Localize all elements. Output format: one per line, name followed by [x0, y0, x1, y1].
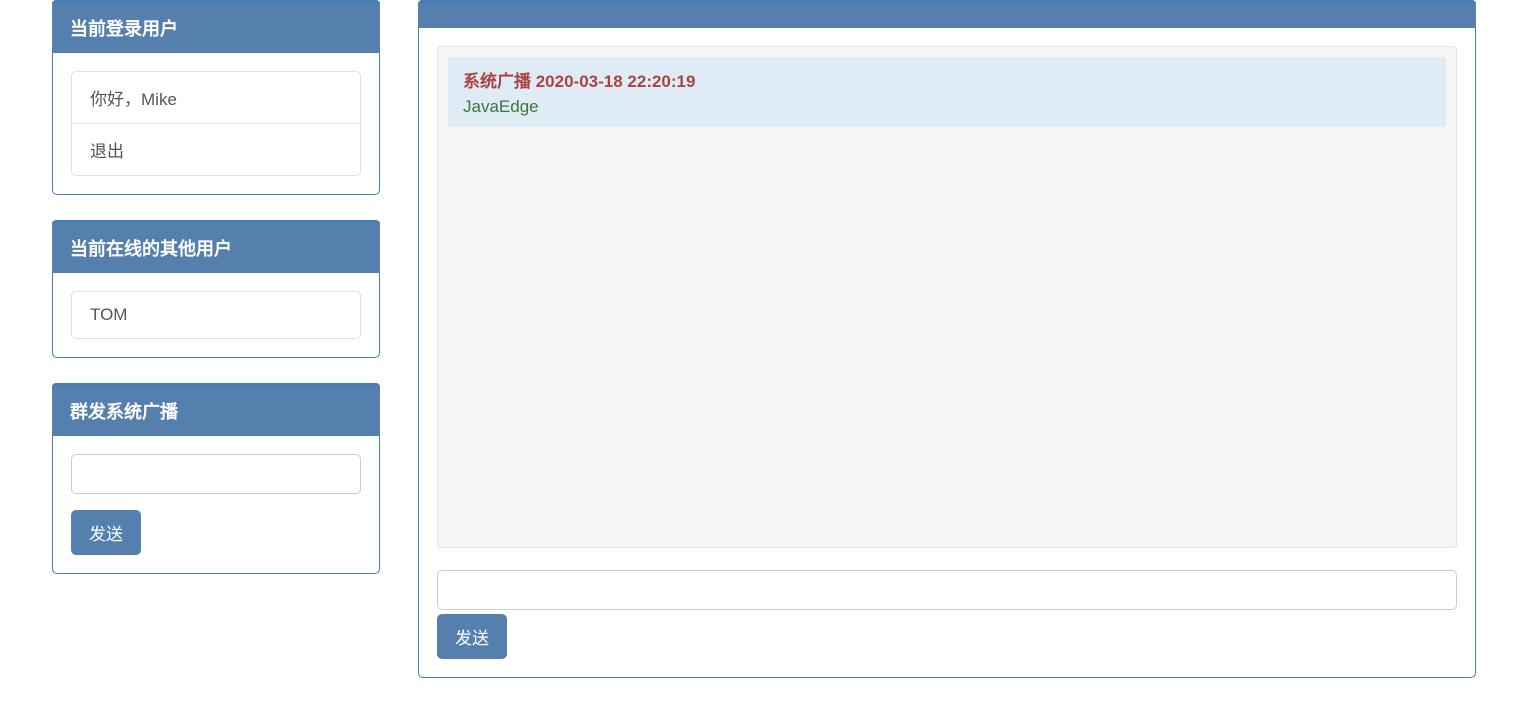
chat-messages-area: 系统广播 2020-03-18 22:20:19 JavaEdge: [437, 46, 1457, 548]
chat-panel: 系统广播 2020-03-18 22:20:19 JavaEdge 发送: [418, 0, 1476, 678]
chat-input[interactable]: [437, 570, 1457, 610]
user-greeting: 你好，Mike: [72, 72, 360, 124]
chat-message: 系统广播 2020-03-18 22:20:19 JavaEdge: [448, 57, 1446, 127]
chat-message-header: 系统广播 2020-03-18 22:20:19: [463, 67, 1431, 92]
main-area: 系统广播 2020-03-18 22:20:19 JavaEdge 发送: [418, 0, 1476, 678]
broadcast-send-button[interactable]: 发送: [71, 510, 141, 555]
current-user-panel-title: 当前登录用户: [52, 0, 380, 53]
broadcast-panel-title: 群发系统广播: [52, 383, 380, 436]
online-user-item[interactable]: TOM: [72, 292, 360, 338]
broadcast-input[interactable]: [71, 454, 361, 494]
chat-send-button[interactable]: 发送: [437, 614, 507, 659]
logout-link[interactable]: 退出: [72, 124, 360, 175]
sidebar: 当前登录用户 你好，Mike 退出 当前在线的其他用户 TOM 群发系统广播 发…: [52, 0, 380, 678]
online-users-panel: 当前在线的其他用户 TOM: [52, 220, 380, 358]
chat-panel-header: [418, 0, 1476, 28]
current-user-panel: 当前登录用户 你好，Mike 退出: [52, 0, 380, 195]
broadcast-panel: 群发系统广播 发送: [52, 383, 380, 574]
online-users-panel-title: 当前在线的其他用户: [52, 220, 380, 273]
chat-message-body: JavaEdge: [463, 97, 1431, 117]
